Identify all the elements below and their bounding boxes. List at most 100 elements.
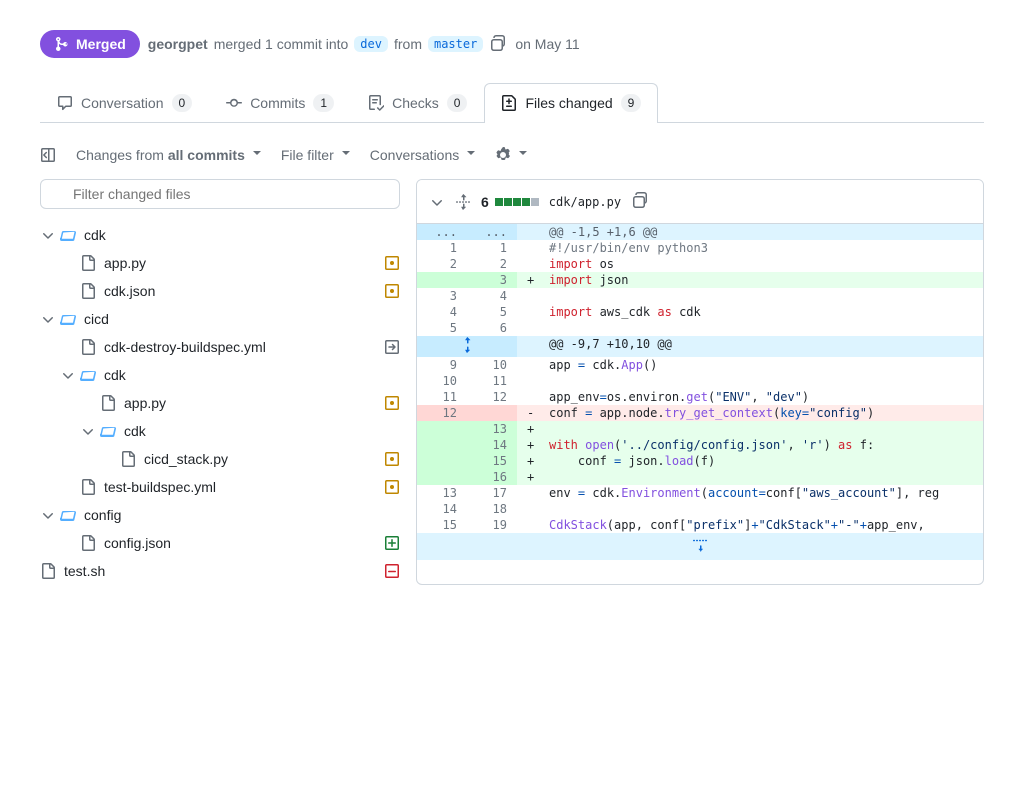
folder-cdk[interactable]: cdk: [40, 221, 400, 249]
diff-removed-icon: [384, 563, 400, 579]
tab-conversation[interactable]: Conversation 0: [40, 83, 209, 122]
head-branch[interactable]: master: [428, 36, 483, 52]
copy-branch-button[interactable]: [489, 33, 509, 56]
unfold-icon[interactable]: [455, 194, 471, 210]
checks-count: 0: [447, 94, 468, 112]
diff-modified-icon: [384, 479, 400, 495]
expand-down-button[interactable]: [417, 533, 983, 560]
folder-cicd-cdk[interactable]: cdk: [60, 361, 400, 389]
tab-checks[interactable]: Checks 0: [351, 83, 484, 122]
folder-open-icon: [60, 311, 76, 327]
file-cdk-json[interactable]: cdk.json: [60, 277, 400, 305]
hunk-header[interactable]: ......@@ -1,5 +1,6 @@: [417, 224, 983, 240]
changes-from-dropdown[interactable]: Changes from all commits: [76, 147, 261, 163]
diff-line[interactable]: 1418: [417, 501, 983, 517]
diff-line[interactable]: 56: [417, 320, 983, 336]
caret-down-icon: [467, 151, 475, 159]
merge-header: Merged georgpet merged 1 commit into dev…: [40, 30, 984, 58]
file-test-buildspec[interactable]: test-buildspec.yml: [60, 473, 400, 501]
caret-down-icon: [342, 151, 350, 159]
folder-open-icon: [60, 227, 76, 243]
folder-open-icon: [100, 423, 116, 439]
diff-modified-icon: [384, 283, 400, 299]
chevron-down-icon[interactable]: [429, 194, 445, 210]
diff-line[interactable]: 11#!/usr/bin/env python3: [417, 240, 983, 256]
expand-hunk-button[interactable]: @@ -9,7 +10,10 @@: [417, 336, 983, 357]
git-merge-icon: [54, 36, 70, 52]
tab-files-changed[interactable]: Files changed 9: [484, 83, 658, 122]
diff-line[interactable]: 1011: [417, 373, 983, 389]
diff-file-header: 6 cdk/app.py: [417, 180, 983, 224]
diff-line[interactable]: 910app = cdk.App(): [417, 357, 983, 373]
folder-cicd-cdk-cdk[interactable]: cdk: [80, 417, 400, 445]
diff-line[interactable]: 1317env = cdk.Environment(account=conf["…: [417, 485, 983, 501]
folder-open-icon: [60, 507, 76, 523]
tab-commits[interactable]: Commits 1: [209, 83, 351, 122]
file-diff-icon: [501, 95, 517, 111]
file-icon: [80, 283, 96, 299]
file-icon: [80, 479, 96, 495]
file-cicd-stack-py[interactable]: cicd_stack.py: [100, 445, 400, 473]
diff-line-add[interactable]: 16+: [417, 469, 983, 485]
conversation-count: 0: [172, 94, 193, 112]
base-branch[interactable]: dev: [354, 36, 388, 52]
diff-panel: 6 cdk/app.py ......@@ -1,5 +1,6 @@ 11#!/…: [416, 179, 984, 585]
commits-count: 1: [313, 94, 334, 112]
merge-description: georgpet merged 1 commit into dev from m…: [148, 33, 580, 56]
diff-line-del[interactable]: 12-conf = app.node.try_get_context(key="…: [417, 405, 983, 421]
diff-line-add[interactable]: 15+ conf = json.load(f): [417, 453, 983, 469]
filter-files-input[interactable]: [40, 179, 400, 209]
copy-icon: [491, 35, 507, 51]
file-tree-sidebar: cdk app.py cdk.json: [40, 179, 400, 585]
diff-line[interactable]: 1519CdkStack(app, conf["prefix"]+"CdkSta…: [417, 517, 983, 533]
folder-open-icon: [80, 367, 96, 383]
folder-cicd[interactable]: cicd: [40, 305, 400, 333]
chevron-down-icon: [40, 227, 56, 243]
file-cicd-cdk-app-py[interactable]: app.py: [80, 389, 400, 417]
settings-dropdown[interactable]: [495, 147, 527, 163]
file-icon: [100, 395, 116, 411]
folder-config[interactable]: config: [40, 501, 400, 529]
merged-badge: Merged: [40, 30, 140, 58]
file-icon: [80, 339, 96, 355]
file-filter-dropdown[interactable]: File filter: [281, 147, 350, 163]
checklist-icon: [368, 95, 384, 111]
diff-line[interactable]: 1112app_env=os.environ.get("ENV", "dev"): [417, 389, 983, 405]
diff-modified-icon: [384, 255, 400, 271]
file-icon: [80, 535, 96, 551]
file-test-sh[interactable]: test.sh: [40, 557, 400, 585]
gear-icon: [495, 147, 511, 163]
unfold-icon: [459, 337, 475, 353]
file-cdk-destroy-buildspec[interactable]: cdk-destroy-buildspec.yml: [60, 333, 400, 361]
diff-modified-icon: [384, 395, 400, 411]
chevron-down-icon: [80, 423, 96, 439]
diff-line[interactable]: 45import aws_cdk as cdk: [417, 304, 983, 320]
file-config-json[interactable]: config.json: [60, 529, 400, 557]
change-count: 6: [481, 194, 489, 210]
diff-toolbar: Changes from all commits File filter Con…: [40, 139, 984, 179]
caret-down-icon: [519, 151, 527, 159]
chevron-down-icon: [40, 311, 56, 327]
file-icon: [80, 255, 96, 271]
files-count: 9: [621, 94, 642, 112]
author-link[interactable]: georgpet: [148, 36, 208, 52]
diff-line-add[interactable]: 13+: [417, 421, 983, 437]
caret-down-icon: [253, 151, 261, 159]
chevron-down-icon: [40, 507, 56, 523]
sidebar-toggle-button[interactable]: [40, 147, 56, 163]
fold-down-icon: [692, 537, 708, 553]
diff-filename[interactable]: cdk/app.py: [549, 195, 621, 209]
diff-line[interactable]: 22import os: [417, 256, 983, 272]
diff-added-icon: [384, 535, 400, 551]
diff-line-add[interactable]: 3+import json: [417, 272, 983, 288]
merged-label: Merged: [76, 36, 126, 52]
conversations-dropdown[interactable]: Conversations: [370, 147, 476, 163]
sidebar-collapse-icon: [40, 147, 56, 163]
comment-icon: [57, 95, 73, 111]
diff-line-add[interactable]: 14+with open('../config/config.json', 'r…: [417, 437, 983, 453]
chevron-down-icon: [60, 367, 76, 383]
diff-line[interactable]: 34: [417, 288, 983, 304]
diff-modified-icon: [384, 451, 400, 467]
copy-path-button[interactable]: [631, 190, 651, 213]
file-cdk-app-py[interactable]: app.py: [60, 249, 400, 277]
